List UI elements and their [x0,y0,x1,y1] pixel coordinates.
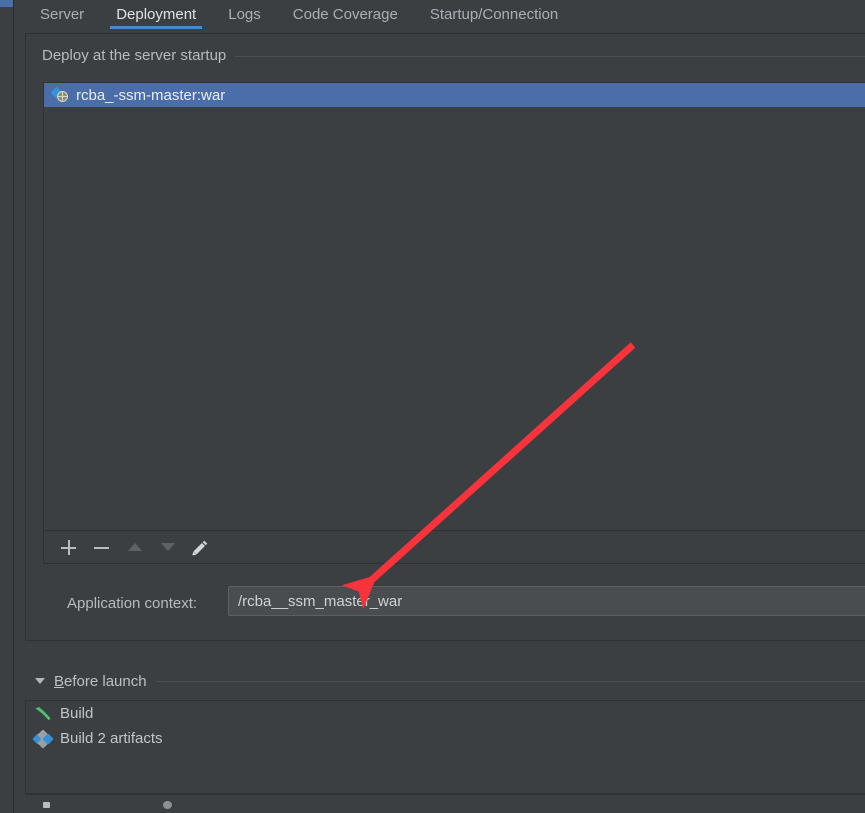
tab-underline [110,26,203,29]
cropped-status-icon [163,801,172,809]
deploy-group-title: Deploy at the server startup [42,47,236,64]
hammer-icon [35,706,51,720]
add-button[interactable] [52,532,85,563]
list-item-label: Build [60,705,94,722]
tab-strip: Server Deployment Logs Code Coverage Sta… [24,0,865,29]
artifact-web-icon [50,86,69,103]
list-item[interactable]: Build 2 artifacts [26,726,865,751]
list-item-label: rcba_-ssm-master:war [76,86,226,104]
deployment-settings-panel: Server Deployment Logs Code Coverage Sta… [0,0,865,813]
before-launch-title: Before launch [54,673,147,690]
before-launch-mnemonic: B [54,672,65,690]
application-context-label: Application context: [67,594,198,612]
tab-logs[interactable]: Logs [212,0,277,29]
left-gutter [0,0,13,813]
application-context-row: Application context: [43,586,865,620]
edit-button[interactable] [184,532,217,563]
before-launch-header[interactable]: Before launch [25,670,865,692]
deploy-group-panel: Deploy at the server startup rcba_-ssm-m… [25,33,865,641]
pencil-icon [192,540,208,555]
deployment-artifact-list[interactable]: rcba_-ssm-master:war [43,82,865,531]
tab-code-coverage[interactable]: Code Coverage [277,0,414,29]
tab-deployment[interactable]: Deployment [100,0,212,29]
before-launch-title-rest: efore launch [64,672,147,690]
triangle-down-icon [160,543,175,551]
tab-label: Deployment [116,6,197,23]
tree-selection-sliver [0,0,13,7]
tab-server[interactable]: Server [24,0,100,29]
list-item[interactable]: rcba_-ssm-master:war [44,83,865,107]
tab-label: Code Coverage [292,6,398,23]
application-context-input[interactable] [228,586,865,616]
artifacts-icon [32,728,54,749]
triangle-up-icon [127,543,142,551]
tab-label: Server [40,6,85,23]
before-launch-list[interactable]: Build Build 2 artifacts [25,700,865,794]
tab-label: Startup/Connection [429,6,559,23]
tab-label: Logs [228,6,261,23]
tab-list: Server Deployment Logs Code Coverage Sta… [24,0,574,29]
move-up-button[interactable] [118,532,151,563]
panel-left-margin [14,0,24,813]
list-item[interactable]: Build [26,701,865,726]
deployment-list-toolbar [43,531,865,564]
tab-startup-connection[interactable]: Startup/Connection [414,0,574,29]
remove-button[interactable] [85,532,118,563]
list-item-label: Build 2 artifacts [60,730,163,747]
cropped-checkbox-icon [43,802,50,808]
chevron-down-icon[interactable] [35,678,45,684]
minus-icon [94,540,109,555]
before-launch-rule [155,680,865,682]
move-down-button[interactable] [151,532,184,563]
bottom-cropped-row [25,795,865,813]
plus-icon [61,539,76,555]
globe-shape [57,91,68,102]
